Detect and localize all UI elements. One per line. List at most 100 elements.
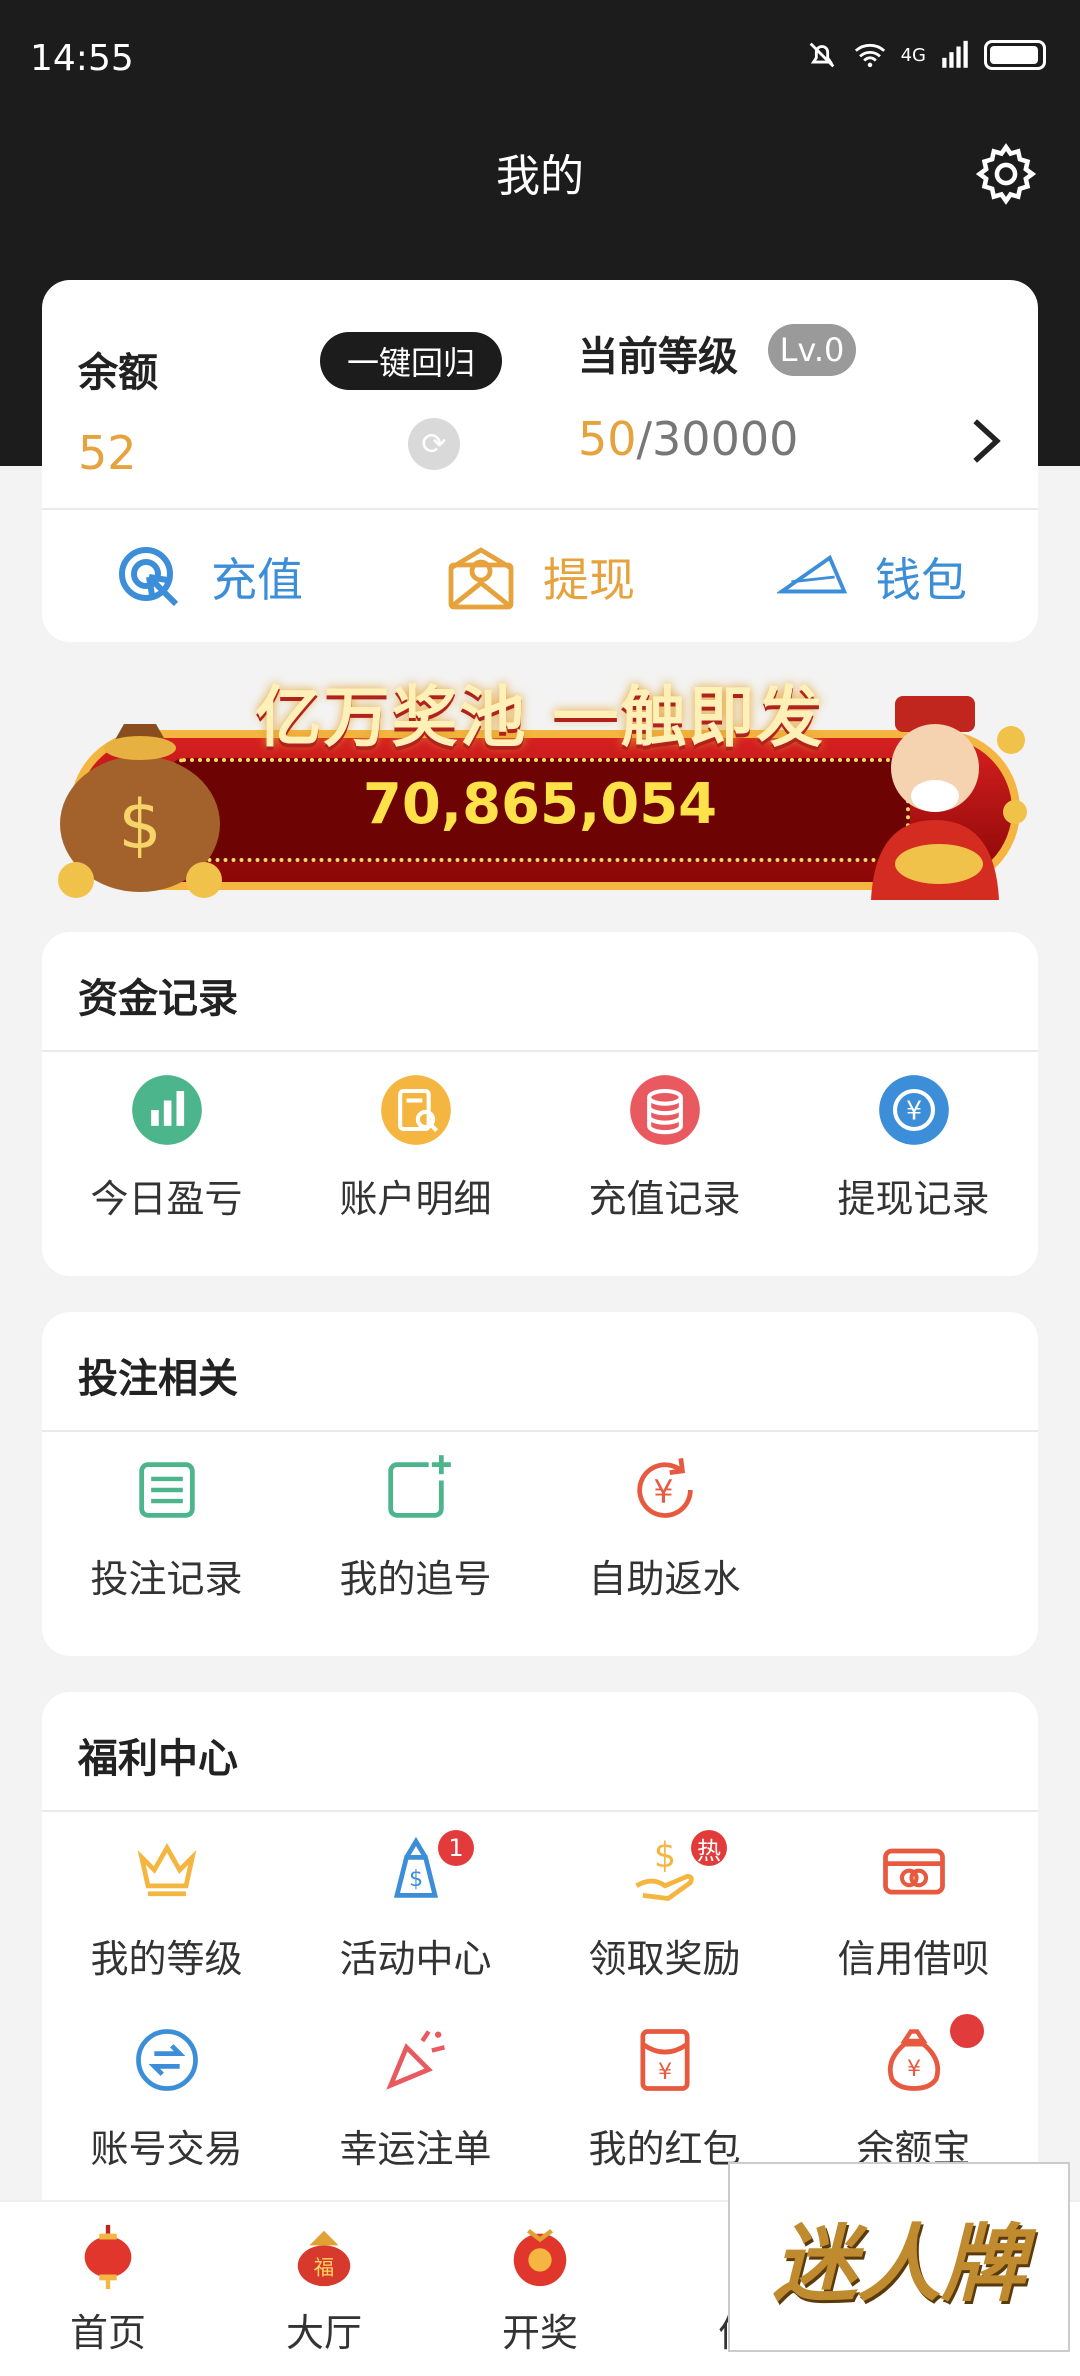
svg-text:$: $ xyxy=(408,1865,422,1891)
list-icon xyxy=(138,1461,195,1518)
funds-item-withdraw-record[interactable]: ¥ 提现记录 xyxy=(789,1052,1038,1242)
welfare-item-reward[interactable]: 热 $ 领取奖励 xyxy=(540,1812,789,2002)
recall-button[interactable]: 一键回归 xyxy=(320,332,502,390)
nav-lobby[interactable]: 福 大厅 xyxy=(216,2202,432,2376)
funds-item-detail[interactable]: 账户明细 xyxy=(291,1052,540,1242)
divider xyxy=(42,508,1038,510)
account-detail-icon xyxy=(380,1074,451,1145)
welfare-item-activity[interactable]: 1 $ 活动中心 xyxy=(291,1812,540,2002)
fortune-god-icon xyxy=(871,696,1027,900)
betting-card: 投注相关 投注记录 我的追号 ¥ 自助返水 xyxy=(42,1312,1038,1656)
withdraw-button[interactable]: 提现 xyxy=(374,512,706,642)
betting-item-label: 自助返水 xyxy=(588,1556,741,1601)
dot-badge xyxy=(950,2014,984,2048)
funds-title: 资金记录 xyxy=(78,976,238,1022)
crown-icon xyxy=(137,1842,196,1896)
quick-actions: 充值 提现 钱包 xyxy=(42,512,1038,642)
nav-label: 开奖 xyxy=(501,2310,578,2355)
funds-item-label: 提现记录 xyxy=(837,1176,990,1221)
watermark-logo: 迷人牌 xyxy=(728,2162,1070,2352)
account-card: 余额 一键回归 52 ⟳ 当前等级 Lv.0 50/30000 充值 提现 钱包 xyxy=(42,280,1038,642)
welfare-title: 福利中心 xyxy=(78,1736,238,1782)
betting-item-rebate[interactable]: ¥ 自助返水 xyxy=(540,1432,789,1622)
wallet-icon xyxy=(777,554,848,594)
wifi-icon xyxy=(854,43,885,68)
welfare-item-trade[interactable]: 账号交易 xyxy=(42,2002,291,2192)
yuan-exchange-icon: ¥ xyxy=(878,1074,949,1145)
funds-item-label: 账户明细 xyxy=(339,1176,492,1221)
notification-badge: 1 xyxy=(438,1830,474,1866)
funds-item-label: 充值记录 xyxy=(588,1176,741,1221)
welfare-item-label: 信用借呗 xyxy=(837,1936,990,1981)
welfare-item-label: 我的等级 xyxy=(90,1936,243,1981)
welfare-grid: 我的等级 1 $ 活动中心 热 $ 领取奖励 信用借呗 账号交易 幸运注单 ¥ … xyxy=(42,1812,1038,2192)
profit-chart-icon xyxy=(131,1074,202,1145)
welfare-item-lucky[interactable]: 幸运注单 xyxy=(291,2002,540,2192)
mute-icon xyxy=(809,42,834,68)
status-time: 14:55 xyxy=(30,38,134,79)
welfare-item-label: 领取奖励 xyxy=(588,1936,741,1981)
welfare-item-credit[interactable]: 信用借呗 xyxy=(789,1812,1038,2002)
svg-text:¥: ¥ xyxy=(905,1095,921,1125)
svg-text:¥: ¥ xyxy=(653,1474,673,1510)
party-icon xyxy=(385,2029,445,2090)
jackpot-amount: 70,865,054 xyxy=(362,772,718,837)
withdraw-label: 提现 xyxy=(543,553,635,607)
funds-item-label: 今日盈亏 xyxy=(90,1176,243,1221)
nav-draw[interactable]: 开奖 xyxy=(432,2202,648,2376)
level-current: 50 xyxy=(578,412,637,466)
betting-item-chase[interactable]: 我的追号 xyxy=(291,1432,540,1622)
level-total: /30000 xyxy=(636,412,799,466)
svg-text:¥: ¥ xyxy=(657,2059,671,2085)
add-square-icon xyxy=(387,1454,451,1518)
battery-icon xyxy=(984,40,1046,70)
money-bag-icon: ¥ xyxy=(887,2028,940,2091)
welfare-item-label: 账号交易 xyxy=(90,2126,243,2171)
level-progress: 50/30000 xyxy=(578,412,798,466)
funds-grid: 今日盈亏 账户明细 充值记录 ¥ 提现记录 xyxy=(42,1052,1038,1242)
red-envelope-icon: ¥ xyxy=(639,2028,690,2091)
level-label: 当前等级 xyxy=(578,334,738,380)
watermark-text: 迷人牌 xyxy=(772,2214,1025,2313)
svg-text:福: 福 xyxy=(314,2255,334,2279)
swap-icon xyxy=(135,2028,198,2091)
withdraw-icon xyxy=(448,547,514,610)
draw-icon xyxy=(513,2228,567,2286)
signal-icon xyxy=(942,40,968,68)
welfare-item-level[interactable]: 我的等级 xyxy=(42,1812,291,2002)
balance-label: 余额 xyxy=(78,350,158,396)
refresh-icon[interactable]: ⟳ xyxy=(408,418,460,470)
betting-item-label: 我的追号 xyxy=(339,1556,492,1601)
betting-item-label: 投注记录 xyxy=(90,1556,243,1601)
balance-value: 52 xyxy=(78,426,137,480)
hot-badge: 热 xyxy=(691,1830,727,1866)
nav-label: 首页 xyxy=(69,2310,146,2355)
level-badge: Lv.0 xyxy=(768,324,856,376)
card-icon xyxy=(882,1848,945,1895)
recharge-label: 充值 xyxy=(211,553,303,607)
betting-item-records[interactable]: 投注记录 xyxy=(42,1432,291,1622)
svg-text:$: $ xyxy=(653,1835,675,1875)
network-type: 4G xyxy=(900,44,926,66)
funds-item-recharge-record[interactable]: 充值记录 xyxy=(540,1052,789,1242)
welfare-item-label: 幸运注单 xyxy=(339,2126,492,2171)
wallet-button[interactable]: 钱包 xyxy=(706,512,1038,642)
lantern-icon xyxy=(84,2224,132,2289)
recharge-icon xyxy=(119,547,179,607)
chevron-right-icon[interactable] xyxy=(964,414,1008,468)
betting-title: 投注相关 xyxy=(78,1356,238,1402)
funds-card: 资金记录 今日盈亏 账户明细 充值记录 ¥ 提现记录 xyxy=(42,932,1038,1276)
welfare-item-label: 活动中心 xyxy=(339,1936,492,1981)
svg-text:¥: ¥ xyxy=(906,2055,920,2081)
jackpot-banner[interactable]: $ 亿万奖池 一触即发 70,865,054 xyxy=(30,660,1050,910)
yuan-refresh-icon: ¥ xyxy=(636,1457,693,1518)
recharge-button[interactable]: 充值 xyxy=(42,512,374,642)
wallet-label: 钱包 xyxy=(875,553,967,607)
funds-item-profit[interactable]: 今日盈亏 xyxy=(42,1052,291,1242)
gear-icon[interactable] xyxy=(972,140,1040,208)
svg-text:$: $ xyxy=(118,786,161,865)
nav-home[interactable]: 首页 xyxy=(0,2202,216,2376)
betting-grid: 投注记录 我的追号 ¥ 自助返水 xyxy=(42,1432,1038,1622)
page-title: 我的 xyxy=(496,151,584,202)
lobby-icon: 福 xyxy=(297,2230,351,2286)
